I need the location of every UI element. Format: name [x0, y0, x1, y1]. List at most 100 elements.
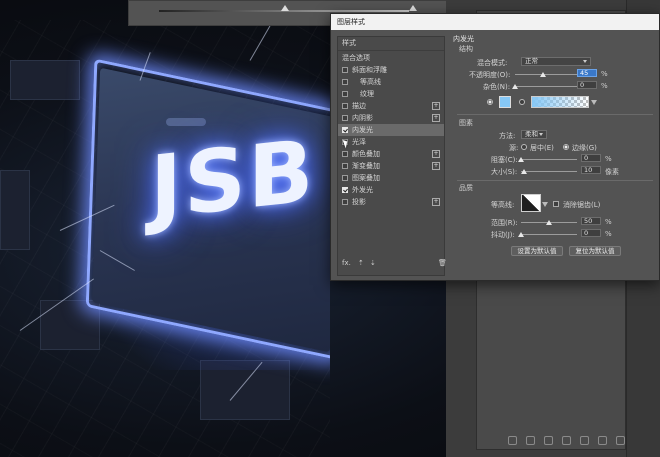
sidebar-item-label: 纹理	[360, 90, 374, 98]
opacity-track[interactable]	[515, 74, 577, 75]
sidebar-item[interactable]: 内发光	[338, 124, 444, 136]
choke-label: 阻塞(C):	[491, 156, 518, 164]
sidebar-item[interactable]: 光泽	[338, 136, 444, 148]
sidebar-item[interactable]: 样式	[338, 37, 444, 49]
sidebar-item[interactable]: 内阴影 +	[338, 112, 444, 124]
group-icon[interactable]	[580, 436, 589, 445]
range-unit: %	[605, 218, 612, 226]
antialias-checkbox[interactable]	[553, 201, 559, 207]
new-layer-icon[interactable]	[598, 436, 607, 445]
noise-slider-knob[interactable]	[512, 84, 518, 89]
blend-mode-select[interactable]: 正常	[521, 57, 591, 66]
opacity-slider-knob[interactable]	[539, 72, 546, 77]
add-effect-icon[interactable]: +	[432, 150, 440, 158]
solid-color-radio[interactable]	[487, 99, 493, 105]
jitter-input[interactable]: 0	[581, 229, 601, 237]
choke-slider-knob[interactable]	[518, 157, 524, 162]
range-slider-knob[interactable]	[546, 220, 552, 225]
choke-unit: %	[605, 155, 612, 163]
size-unit: 像素	[605, 168, 619, 176]
size-track[interactable]	[521, 171, 577, 172]
opacity-input[interactable]: 45	[577, 69, 597, 77]
sidebar-item-label: 内阴影	[352, 114, 373, 122]
move-down-icon[interactable]: ⇣	[370, 259, 376, 267]
contour-label: 等高线:	[491, 201, 515, 209]
adjustment-icon[interactable]	[562, 436, 571, 445]
source-center-radio[interactable]	[521, 144, 527, 150]
mask-icon[interactable]	[544, 436, 553, 445]
effect-checkbox[interactable]	[342, 103, 348, 109]
chip-notch	[166, 118, 206, 126]
add-effect-icon[interactable]: +	[432, 198, 440, 206]
quality-heading: 品质	[459, 184, 473, 192]
sidebar-item[interactable]: 渐变叠加 +	[338, 160, 444, 172]
effect-checkbox[interactable]	[342, 175, 348, 181]
choke-input[interactable]: 0	[581, 154, 601, 162]
jitter-track[interactable]	[521, 234, 577, 235]
effect-checkbox[interactable]	[342, 199, 348, 205]
structure-heading: 结构	[459, 45, 473, 53]
sidebar-item[interactable]: 图案叠加	[338, 172, 444, 184]
jitter-slider-knob[interactable]	[518, 232, 524, 237]
glow-color-swatch[interactable]	[499, 96, 511, 108]
opacity-label: 不透明度(O):	[469, 71, 511, 79]
method-label: 方法:	[499, 132, 516, 140]
link-layers-icon[interactable]	[508, 436, 517, 445]
sidebar-item-label: 图案叠加	[352, 174, 380, 182]
delete-effect-icon[interactable]: 🗑	[438, 259, 447, 267]
sidebar-item[interactable]: 等高线	[338, 76, 444, 88]
sidebar-item[interactable]: 纹理	[338, 88, 444, 100]
move-up-icon[interactable]: ⇡	[358, 259, 364, 267]
sidebar-item[interactable]: 外发光	[338, 184, 444, 196]
gradient-dropdown-icon[interactable]	[591, 100, 597, 105]
gradient-radio[interactable]	[519, 99, 525, 105]
jitter-label: 抖动(J):	[491, 231, 515, 239]
sidebar-item-label: 渐变叠加	[352, 162, 380, 170]
effect-checkbox[interactable]	[342, 79, 348, 85]
canvas-artwork: JSB	[0, 0, 330, 457]
noise-input[interactable]: 0	[577, 81, 597, 89]
source-edge-radio[interactable]	[563, 144, 569, 150]
range-label: 范围(R):	[491, 219, 518, 227]
layers-panel-footer	[508, 436, 625, 445]
add-effect-icon[interactable]: +	[432, 102, 440, 110]
set-default-button[interactable]: 设置为默认值	[511, 246, 563, 256]
sidebar-item[interactable]: 描边 +	[338, 100, 444, 112]
add-effect-icon[interactable]: +	[432, 114, 440, 122]
method-select[interactable]: 柔和	[521, 130, 547, 139]
size-slider-knob[interactable]	[521, 169, 528, 174]
glow-gradient-picker[interactable]	[531, 96, 589, 108]
fx-icon[interactable]	[526, 436, 535, 445]
choke-track[interactable]	[521, 159, 577, 160]
effect-checkbox[interactable]	[342, 187, 348, 193]
sidebar-item-label: 光泽	[352, 138, 366, 146]
sidebar-item[interactable]: 混合选项	[338, 52, 444, 64]
top-slider-thumb-end[interactable]	[409, 5, 417, 11]
sidebar-item[interactable]: 投影 +	[338, 196, 444, 208]
sidebar-item-label: 斜面和浮雕	[352, 66, 387, 74]
trash-icon[interactable]	[616, 436, 625, 445]
style-list-footer: fx. ⇡ ⇣ 🗑	[342, 259, 447, 269]
top-slider-thumb[interactable]	[281, 5, 289, 11]
noise-label: 杂色(N):	[483, 83, 511, 91]
contour-dropdown-icon[interactable]	[542, 202, 548, 207]
effect-checkbox[interactable]	[342, 127, 348, 133]
effect-checkbox[interactable]	[342, 67, 348, 73]
range-input[interactable]: 50	[581, 217, 601, 225]
size-label: 大小(S):	[491, 168, 518, 176]
effect-checkbox[interactable]	[342, 115, 348, 121]
size-input[interactable]: 10	[581, 166, 601, 174]
sidebar-item[interactable]: 颜色叠加 +	[338, 148, 444, 160]
sidebar-item[interactable]: 斜面和浮雕	[338, 64, 444, 76]
fx-menu-button[interactable]: fx.	[342, 259, 351, 267]
contour-picker[interactable]	[521, 194, 541, 212]
reset-default-button[interactable]: 复位为默认值	[569, 246, 621, 256]
sidebar-item-label: 颜色叠加	[352, 150, 380, 158]
effect-checkbox[interactable]	[342, 91, 348, 97]
sidebar-item-label: 样式	[342, 39, 356, 47]
opacity-unit: %	[601, 70, 608, 78]
noise-track[interactable]	[515, 86, 577, 87]
effect-checkbox[interactable]	[342, 151, 348, 157]
add-effect-icon[interactable]: +	[432, 162, 440, 170]
effect-checkbox[interactable]	[342, 163, 348, 169]
